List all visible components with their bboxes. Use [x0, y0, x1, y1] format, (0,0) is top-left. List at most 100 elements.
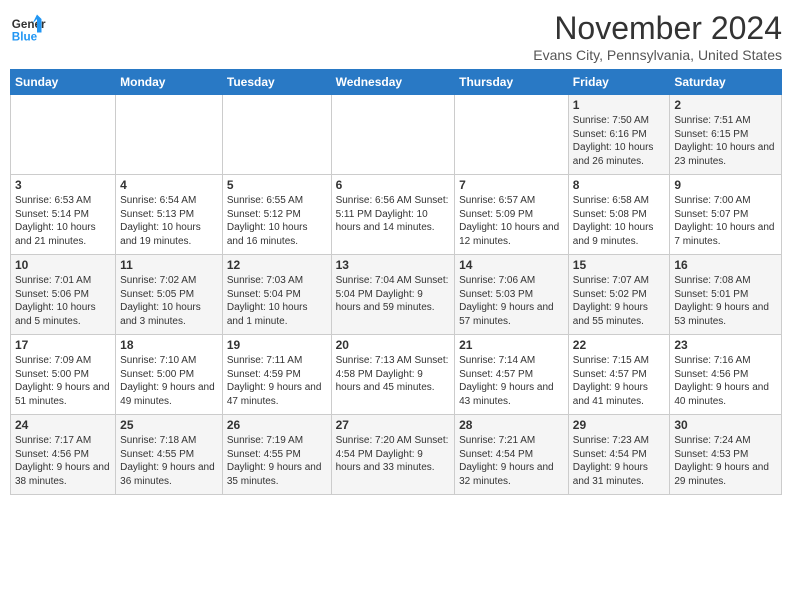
day-info: Sunrise: 7:15 AM Sunset: 4:57 PM Dayligh…	[573, 354, 666, 408]
day-info: Sunrise: 6:56 AM Sunset: 5:11 PM Dayligh…	[336, 194, 451, 235]
day-info: Sunrise: 7:09 AM Sunset: 5:00 PM Dayligh…	[15, 354, 111, 408]
day-number: 20	[336, 338, 451, 352]
calendar-cell: 27 Sunrise: 7:20 AM Sunset: 4:54 PM Dayli…	[331, 415, 455, 495]
day-info: Sunrise: 7:07 AM Sunset: 5:02 PM Dayligh…	[573, 274, 666, 328]
day-of-week-header: Monday	[116, 70, 223, 95]
logo-icon: General Blue	[10, 10, 46, 46]
day-info: Sunrise: 7:03 AM Sunset: 5:04 PM Dayligh…	[227, 274, 327, 328]
calendar-cell: 26 Sunrise: 7:19 AM Sunset: 4:55 PM Dayli…	[222, 415, 331, 495]
day-info: Sunrise: 6:54 AM Sunset: 5:13 PM Dayligh…	[120, 194, 218, 248]
day-number: 15	[573, 258, 666, 272]
day-info: Sunrise: 7:06 AM Sunset: 5:03 PM Dayligh…	[459, 274, 564, 328]
day-number: 25	[120, 418, 218, 432]
day-number: 8	[573, 178, 666, 192]
calendar-week-row: 3Sunrise: 6:53 AM Sunset: 5:14 PM Daylig…	[11, 175, 782, 255]
day-number: 1	[573, 98, 666, 112]
day-info: Sunrise: 7:00 AM Sunset: 5:07 PM Dayligh…	[674, 194, 777, 248]
calendar-cell	[116, 95, 223, 175]
calendar-cell: 28Sunrise: 7:21 AM Sunset: 4:54 PM Dayli…	[455, 415, 569, 495]
day-number: 26	[227, 418, 327, 432]
day-number: 29	[573, 418, 666, 432]
calendar-table: SundayMondayTuesdayWednesdayThursdayFrid…	[10, 69, 782, 495]
calendar-cell	[11, 95, 116, 175]
day-number: 23	[674, 338, 777, 352]
calendar-cell: 14 Sunrise: 7:06 AM Sunset: 5:03 PM Dayli…	[455, 255, 569, 335]
day-of-week-header: Sunday	[11, 70, 116, 95]
calendar-week-row: 17 Sunrise: 7:09 AM Sunset: 5:00 PM Dayli…	[11, 335, 782, 415]
calendar-cell: 8Sunrise: 6:58 AM Sunset: 5:08 PM Daylig…	[568, 175, 670, 255]
title-block: November 2024 Evans City, Pennsylvania, …	[533, 10, 782, 63]
svg-text:Blue: Blue	[12, 31, 38, 44]
day-number: 21	[459, 338, 564, 352]
calendar-cell: 5 Sunrise: 6:55 AM Sunset: 5:12 PM Daylig…	[222, 175, 331, 255]
calendar-cell: 29 Sunrise: 7:23 AM Sunset: 4:54 PM Dayli…	[568, 415, 670, 495]
day-info: Sunrise: 7:10 AM Sunset: 5:00 PM Dayligh…	[120, 354, 218, 408]
calendar-cell: 12 Sunrise: 7:03 AM Sunset: 5:04 PM Dayli…	[222, 255, 331, 335]
day-number: 27	[336, 418, 451, 432]
calendar-cell: 15 Sunrise: 7:07 AM Sunset: 5:02 PM Dayli…	[568, 255, 670, 335]
day-info: Sunrise: 7:17 AM Sunset: 4:56 PM Dayligh…	[15, 434, 111, 488]
day-number: 17	[15, 338, 111, 352]
day-number: 6	[336, 178, 451, 192]
day-number: 4	[120, 178, 218, 192]
day-number: 18	[120, 338, 218, 352]
day-info: Sunrise: 7:02 AM Sunset: 5:05 PM Dayligh…	[120, 274, 218, 328]
day-info: Sunrise: 7:19 AM Sunset: 4:55 PM Dayligh…	[227, 434, 327, 488]
calendar-cell: 7Sunrise: 6:57 AM Sunset: 5:09 PM Daylig…	[455, 175, 569, 255]
calendar-cell: 9Sunrise: 7:00 AM Sunset: 5:07 PM Daylig…	[670, 175, 782, 255]
day-of-week-header: Wednesday	[331, 70, 455, 95]
calendar-week-row: 1Sunrise: 7:50 AM Sunset: 6:16 PM Daylig…	[11, 95, 782, 175]
calendar-week-row: 10Sunrise: 7:01 AM Sunset: 5:06 PM Dayli…	[11, 255, 782, 335]
calendar-cell: 18 Sunrise: 7:10 AM Sunset: 5:00 PM Dayli…	[116, 335, 223, 415]
calendar-cell: 20Sunrise: 7:13 AM Sunset: 4:58 PM Dayli…	[331, 335, 455, 415]
day-info: Sunrise: 7:08 AM Sunset: 5:01 PM Dayligh…	[674, 274, 777, 328]
day-number: 24	[15, 418, 111, 432]
day-info: Sunrise: 7:18 AM Sunset: 4:55 PM Dayligh…	[120, 434, 218, 488]
calendar-cell: 24 Sunrise: 7:17 AM Sunset: 4:56 PM Dayli…	[11, 415, 116, 495]
calendar-cell: 2 Sunrise: 7:51 AM Sunset: 6:15 PM Daylig…	[670, 95, 782, 175]
day-info: Sunrise: 6:55 AM Sunset: 5:12 PM Dayligh…	[227, 194, 327, 248]
calendar-cell	[331, 95, 455, 175]
calendar-cell: 17 Sunrise: 7:09 AM Sunset: 5:00 PM Dayli…	[11, 335, 116, 415]
day-info: Sunrise: 7:04 AM Sunset: 5:04 PM Dayligh…	[336, 274, 451, 315]
calendar-cell: 10Sunrise: 7:01 AM Sunset: 5:06 PM Dayli…	[11, 255, 116, 335]
calendar-cell	[455, 95, 569, 175]
calendar-cell: 4 Sunrise: 6:54 AM Sunset: 5:13 PM Daylig…	[116, 175, 223, 255]
month-title: November 2024	[533, 10, 782, 47]
day-info: Sunrise: 7:01 AM Sunset: 5:06 PM Dayligh…	[15, 274, 111, 328]
day-number: 22	[573, 338, 666, 352]
day-number: 30	[674, 418, 777, 432]
day-info: Sunrise: 7:24 AM Sunset: 4:53 PM Dayligh…	[674, 434, 777, 488]
day-info: Sunrise: 7:20 AM Sunset: 4:54 PM Dayligh…	[336, 434, 451, 475]
day-info: Sunrise: 7:16 AM Sunset: 4:56 PM Dayligh…	[674, 354, 777, 408]
subtitle: Evans City, Pennsylvania, United States	[533, 47, 782, 63]
calendar-cell: 11Sunrise: 7:02 AM Sunset: 5:05 PM Dayli…	[116, 255, 223, 335]
day-info: Sunrise: 7:11 AM Sunset: 4:59 PM Dayligh…	[227, 354, 327, 408]
calendar-cell: 30 Sunrise: 7:24 AM Sunset: 4:53 PM Dayli…	[670, 415, 782, 495]
page-header: General Blue November 2024 Evans City, P…	[10, 10, 782, 63]
day-of-week-header: Thursday	[455, 70, 569, 95]
day-number: 3	[15, 178, 111, 192]
day-number: 12	[227, 258, 327, 272]
calendar-cell: 25 Sunrise: 7:18 AM Sunset: 4:55 PM Dayli…	[116, 415, 223, 495]
calendar-cell: 16Sunrise: 7:08 AM Sunset: 5:01 PM Dayli…	[670, 255, 782, 335]
day-number: 2	[674, 98, 777, 112]
calendar-cell	[222, 95, 331, 175]
calendar-cell: 23 Sunrise: 7:16 AM Sunset: 4:56 PM Dayli…	[670, 335, 782, 415]
calendar-cell: 21Sunrise: 7:14 AM Sunset: 4:57 PM Dayli…	[455, 335, 569, 415]
calendar-cell: 1Sunrise: 7:50 AM Sunset: 6:16 PM Daylig…	[568, 95, 670, 175]
day-number: 5	[227, 178, 327, 192]
day-of-week-header: Friday	[568, 70, 670, 95]
day-info: Sunrise: 7:23 AM Sunset: 4:54 PM Dayligh…	[573, 434, 666, 488]
calendar-cell: 22 Sunrise: 7:15 AM Sunset: 4:57 PM Dayli…	[568, 335, 670, 415]
day-number: 13	[336, 258, 451, 272]
day-info: Sunrise: 6:57 AM Sunset: 5:09 PM Dayligh…	[459, 194, 564, 248]
day-info: Sunrise: 7:51 AM Sunset: 6:15 PM Dayligh…	[674, 114, 777, 168]
day-number: 14	[459, 258, 564, 272]
day-of-week-header: Tuesday	[222, 70, 331, 95]
day-info: Sunrise: 7:21 AM Sunset: 4:54 PM Dayligh…	[459, 434, 564, 488]
day-of-week-header: Saturday	[670, 70, 782, 95]
calendar-header-row: SundayMondayTuesdayWednesdayThursdayFrid…	[11, 70, 782, 95]
calendar-cell: 6 Sunrise: 6:56 AM Sunset: 5:11 PM Daylig…	[331, 175, 455, 255]
logo: General Blue	[10, 10, 46, 46]
